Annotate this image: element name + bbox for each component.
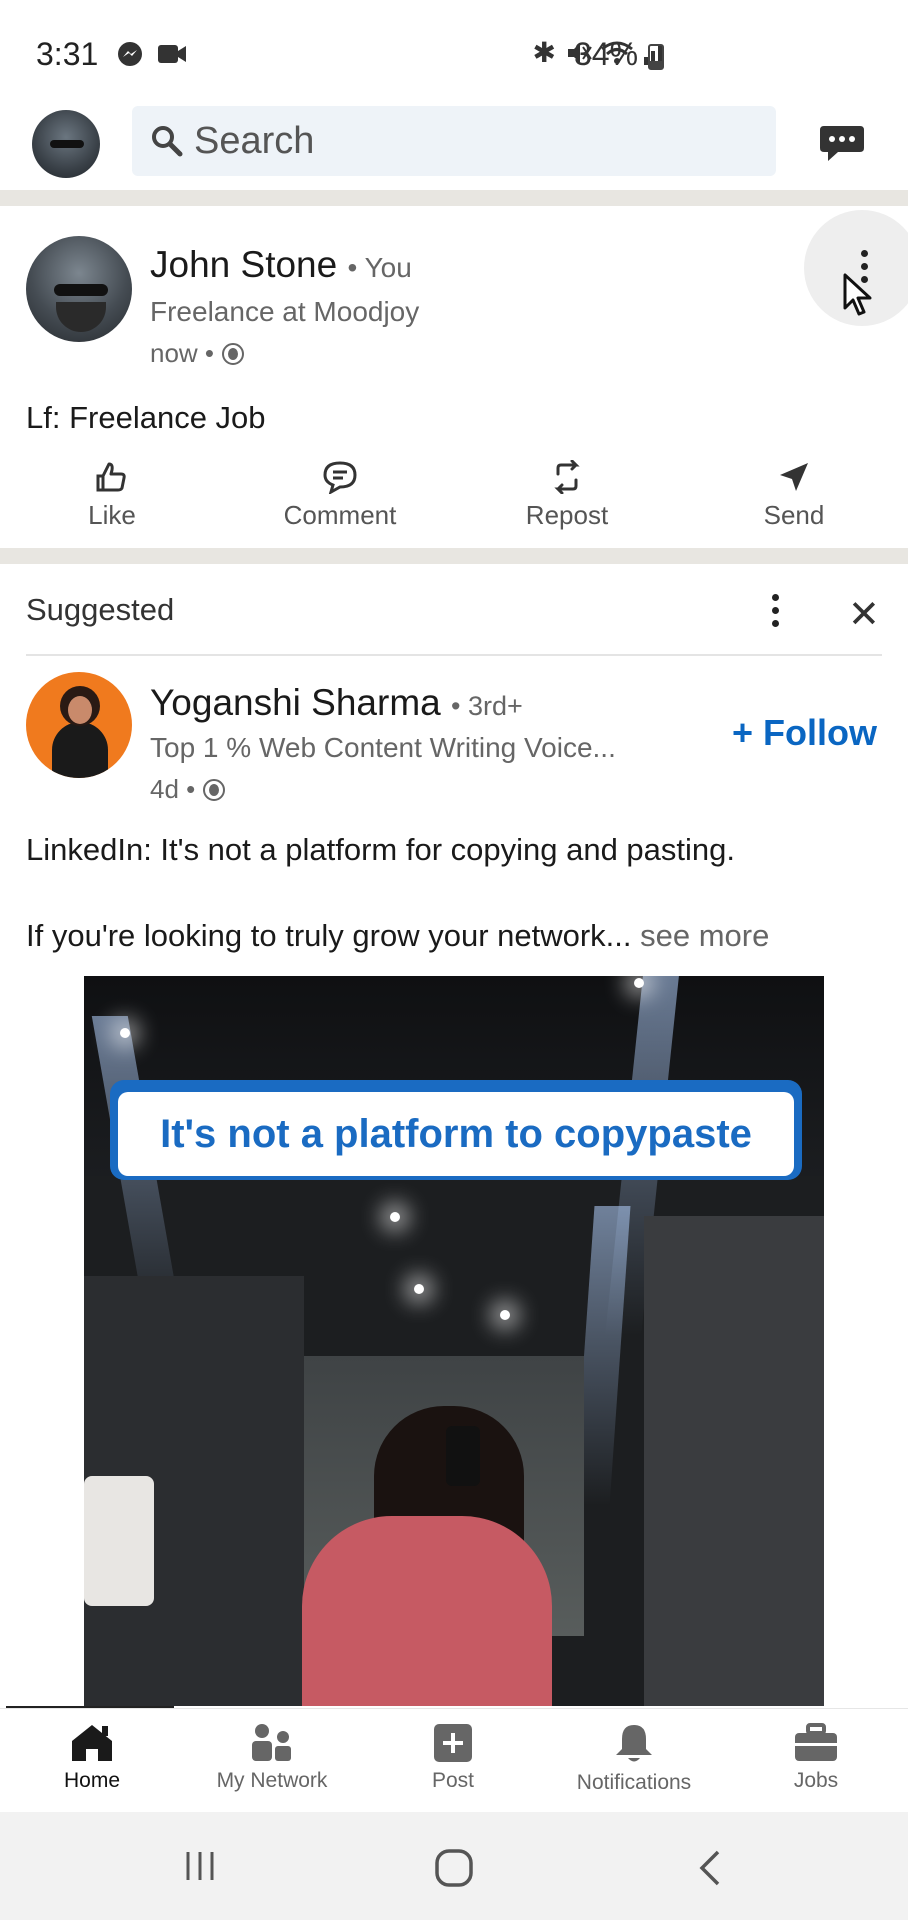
repost-label: Repost <box>525 500 609 530</box>
comment-label: Comment <box>283 500 397 530</box>
nav-notifications-label: Notifications <box>576 1771 692 1794</box>
search-icon <box>152 126 183 157</box>
connection-degree: • You <box>347 252 412 283</box>
battery-percent: 34% <box>574 36 639 72</box>
comment-button[interactable]: Comment <box>260 460 420 531</box>
author-name[interactable]: John Stone • You <box>150 244 412 286</box>
post-image[interactable]: It's not a platform to copypaste <box>84 976 824 1706</box>
nav-jobs-label: Jobs <box>793 1769 839 1792</box>
nav-home-label: Home <box>63 1769 121 1792</box>
post-text[interactable]: LinkedIn: It's not a platform for copyin… <box>26 832 735 868</box>
messenger-icon <box>118 42 142 66</box>
follow-button[interactable]: + Follow <box>732 712 877 754</box>
image-banner-text: It's not a platform to copypaste <box>160 1111 752 1156</box>
see-more-link[interactable]: see more <box>640 918 769 953</box>
nav-notifications[interactable]: Notifications <box>554 1723 714 1795</box>
author-name-text: John Stone <box>150 244 338 285</box>
nav-my-network[interactable]: My Network <box>192 1723 352 1793</box>
network-icon <box>252 1724 291 1761</box>
post-text-line: If you're looking to truly grow your net… <box>26 918 632 953</box>
author-name-text: Yoganshi Sharma <box>150 682 441 723</box>
post-icon <box>434 1724 472 1762</box>
battery-icon <box>648 44 664 70</box>
post-timestamp: now • <box>150 338 245 369</box>
send-button[interactable]: Send <box>714 460 874 531</box>
back-icon[interactable] <box>694 1848 724 1888</box>
bluetooth-icon: ✱ <box>532 37 556 68</box>
author-avatar[interactable] <box>26 236 132 342</box>
author-avatar[interactable] <box>26 672 132 778</box>
briefcase-icon <box>795 1723 837 1761</box>
home-icon <box>72 1725 112 1761</box>
connection-degree: • 3rd+ <box>451 691 523 721</box>
post-text[interactable]: Lf: Freelance Job <box>26 400 266 436</box>
image-banner: It's not a platform to copypaste <box>110 1080 802 1180</box>
suggested-label: Suggested <box>26 592 175 627</box>
post-text-truncated[interactable]: If you're looking to truly grow your net… <box>26 918 769 954</box>
like-button[interactable]: Like <box>32 460 192 531</box>
globe-icon <box>203 778 226 801</box>
nav-network-label: My Network <box>216 1769 328 1792</box>
system-navigation-bar <box>0 1812 908 1920</box>
status-time: 3:31 <box>36 36 99 72</box>
status-notification-icons <box>116 40 188 68</box>
post-timestamp: 4d • <box>150 774 226 805</box>
repost-icon <box>554 460 580 494</box>
search-input[interactable]: Search <box>132 106 776 176</box>
dismiss-icon[interactable]: ✕ <box>848 592 880 637</box>
nav-home[interactable]: Home <box>12 1723 172 1793</box>
messaging-icon[interactable] <box>818 124 866 164</box>
like-icon <box>96 462 126 492</box>
feed-divider <box>0 548 908 564</box>
feed-post: John Stone • You Freelance at Moodjoy no… <box>0 208 908 548</box>
post-time-text: 4d • <box>150 774 196 804</box>
like-label: Like <box>88 500 136 530</box>
post-actions: Like Comment Repost Send <box>0 460 908 540</box>
repost-button[interactable]: Repost <box>487 460 647 531</box>
nav-post-label: Post <box>431 1769 475 1792</box>
status-bar: 3:31 ✱ 34% <box>0 0 908 100</box>
post-time-text: now • <box>150 338 215 368</box>
send-label: Send <box>763 500 825 530</box>
profile-avatar[interactable] <box>32 110 100 178</box>
nav-post[interactable]: Post <box>373 1723 533 1793</box>
author-name[interactable]: Yoganshi Sharma • 3rd+ <box>150 682 523 724</box>
globe-icon <box>222 342 245 365</box>
suggested-header: Suggested ✕ <box>0 568 908 654</box>
bell-icon <box>616 1725 652 1762</box>
pointer-cursor-icon <box>843 273 872 316</box>
suggested-post-author: Yoganshi Sharma • 3rd+ Top 1 % Web Conte… <box>0 672 908 812</box>
feed-divider <box>0 190 908 206</box>
video-icon <box>158 45 186 63</box>
search-placeholder: Search <box>194 119 315 162</box>
nav-jobs[interactable]: Jobs <box>736 1723 896 1793</box>
section-divider <box>26 654 882 656</box>
top-app-bar: Search <box>0 100 908 190</box>
comment-icon <box>323 461 357 494</box>
suggested-more-options-icon[interactable] <box>772 594 780 627</box>
home-button-icon[interactable] <box>434 1848 474 1888</box>
send-icon <box>780 463 808 491</box>
bottom-navigation: Home My Network Post Notifications Jobs <box>0 1708 908 1812</box>
author-headline: Top 1 % Web Content Writing Voice... <box>150 732 616 763</box>
recent-apps-icon[interactable] <box>182 1848 218 1884</box>
author-headline: Freelance at Moodjoy <box>150 296 420 327</box>
